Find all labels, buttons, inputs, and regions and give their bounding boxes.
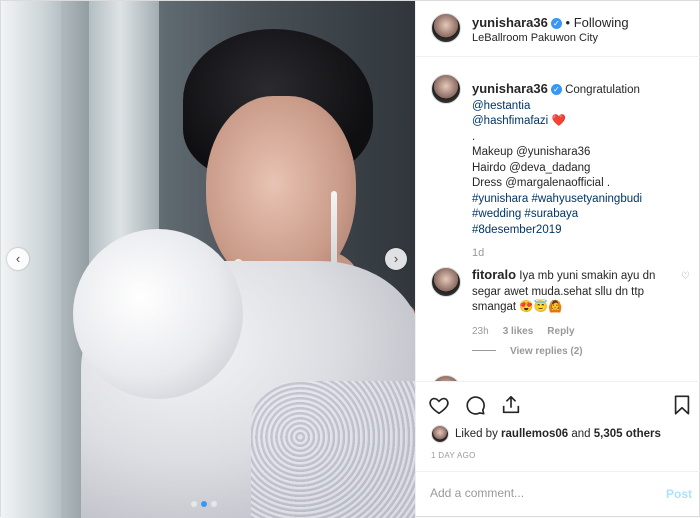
heart-outline-icon[interactable] [428,394,450,416]
post-button[interactable]: Post [666,487,692,501]
hashtag-link[interactable]: #8desember2019 [472,223,692,239]
caption-line: Dress @margalenaofficial . [472,177,611,189]
caption: yunishara36 ✓ Congratulation @hestantia @… [472,81,692,238]
carousel-dots [191,501,217,507]
hashtag-link[interactable]: #yunishara #wahyusetyaningbudi [472,192,692,208]
caption-line: . [472,130,476,143]
verified-badge-icon: ✓ [550,84,562,95]
post-sidebar: yunishara36 ✓ • Following LeBallroom Paku… [415,1,700,518]
likes-middle: and [571,428,591,440]
comment-icon[interactable] [464,394,486,416]
reply-button[interactable]: Reply [547,326,574,337]
caption-username[interactable]: yunishara36 [472,81,548,96]
caption-time: 1d [472,247,485,259]
verified-badge-icon: ✓ [550,18,562,29]
following-button[interactable]: Following [574,15,629,30]
post-modal: ‹ › yunishara36 ✓ • Following LeBallroom … [0,0,700,518]
post-date: 1 DAY AGO [431,451,476,460]
mention-link[interactable]: @hashfimafazi [472,115,548,127]
view-replies-button[interactable]: View replies (2) [472,346,583,357]
bookmark-icon[interactable] [671,394,693,416]
chevron-left-icon[interactable]: ‹ [7,248,29,270]
post-header: yunishara36 ✓ • Following LeBallroom Paku… [416,1,700,57]
location-link[interactable]: LeBallroom Pakuwon City [472,32,598,44]
share-icon[interactable] [500,394,522,416]
commenter-avatar[interactable] [431,267,461,297]
comment-time: 23h [472,326,489,337]
post-photo[interactable]: ‹ › [1,1,415,518]
comment-meta: 23h 3 likes Reply [472,326,575,337]
dress-sequins [251,381,415,518]
header-user-line: yunishara36 ✓ • Following [472,15,629,30]
caption-avatar[interactable] [431,74,461,104]
mention-link[interactable]: @hestantia [472,99,692,115]
liker-username[interactable]: raullemos06 [501,428,568,440]
dress-ruffle [73,229,243,399]
caption-line: Makeup @yunishara36 [472,146,591,158]
separator: • [565,15,571,30]
likes-prefix: Liked by [455,428,498,440]
comment-like-heart-icon[interactable]: ♡ [681,271,690,282]
add-comment-bar: Post [416,471,700,518]
avatar[interactable] [431,13,461,43]
commenter-username[interactable]: fitoralo [472,267,516,282]
carousel-dot [191,501,197,507]
comment-likes[interactable]: 3 likes [503,326,534,337]
heart-emoji: ❤️ [551,115,566,127]
carousel-dot [211,501,217,507]
likes-count-link[interactable]: 5,305 others [594,428,661,440]
caption-line: Hairdo @deva_dadang [472,161,591,174]
caption-line: Congratulation [565,84,640,96]
comment-input[interactable] [430,486,650,500]
comment-emoji: 😍😇🙆 [519,301,563,313]
comment: fitoralo Iya mb yuni smakin ayu dn segar… [472,267,687,316]
username-link[interactable]: yunishara36 [472,15,548,30]
comments-section[interactable]: yunishara36 ✓ Congratulation @hestantia @… [416,57,700,381]
hashtag-link[interactable]: #wedding #surabaya [472,207,692,223]
action-bar [416,381,700,421]
carousel-dot-active [201,501,207,507]
likes-summary: Liked by raullemos06 and 5,305 others [431,425,661,443]
liker-avatar[interactable] [431,425,449,443]
chevron-right-icon[interactable]: › [385,248,407,270]
